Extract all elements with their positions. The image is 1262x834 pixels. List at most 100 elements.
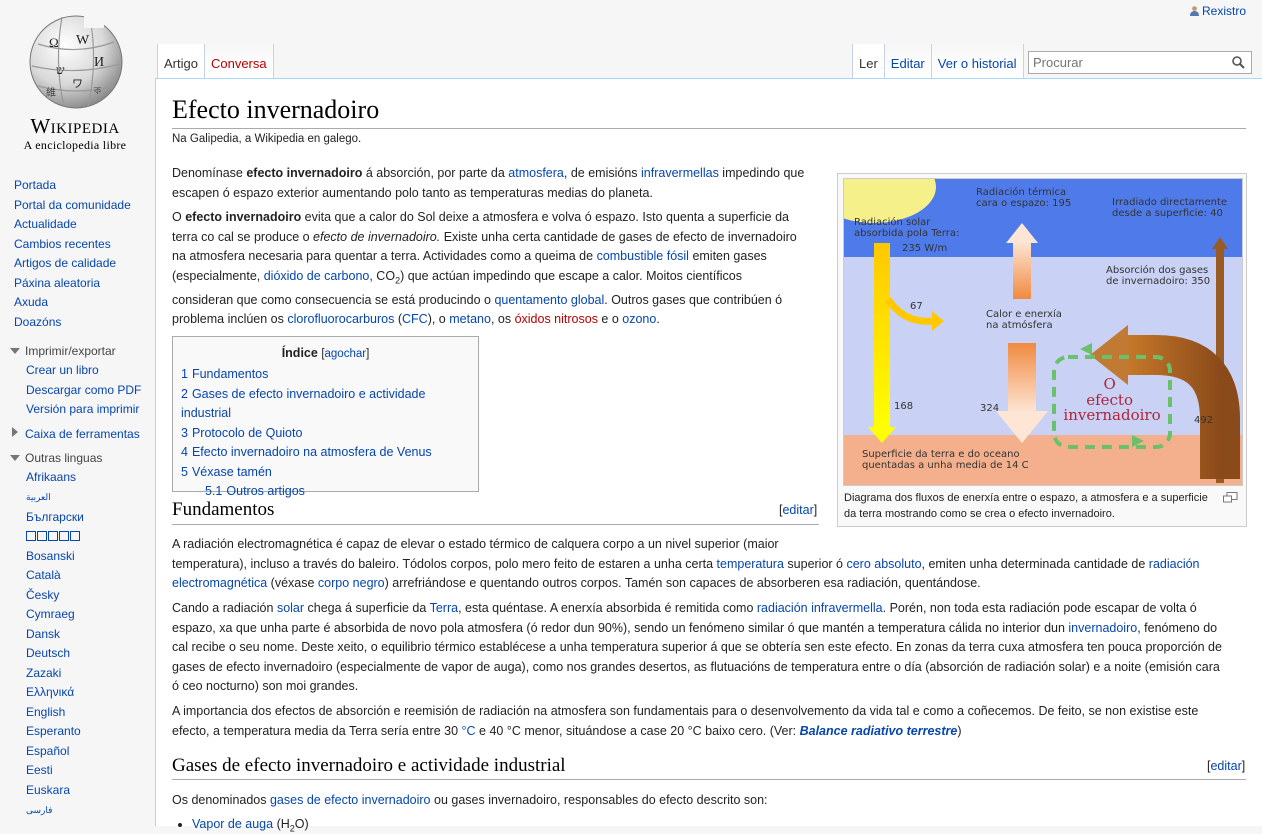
tab-talk[interactable]: Conversa bbox=[204, 44, 274, 78]
celsius-link[interactable]: °C bbox=[462, 724, 476, 738]
combustible-fosil-link[interactable]: combustible fósil bbox=[597, 249, 689, 263]
radiacion-infravermella-link[interactable]: radiación infravermella bbox=[757, 601, 883, 615]
lang-catala[interactable]: Català bbox=[26, 568, 61, 582]
atmosfera-link[interactable]: atmosfera bbox=[508, 166, 564, 180]
lang-afrikaans[interactable]: Afrikaans bbox=[26, 470, 76, 484]
sidebar-navigation: Portada Portal da comunidade Actualidade… bbox=[0, 176, 155, 332]
dioxido-carbono-link[interactable]: dióxido de carbono bbox=[264, 269, 370, 283]
lang-dansk[interactable]: Dansk bbox=[26, 627, 60, 641]
infravermellas-link[interactable]: infravermellas bbox=[641, 166, 719, 180]
invernadoiro-link[interactable]: invernadoiro bbox=[1068, 621, 1137, 635]
lang-unrendered[interactable] bbox=[26, 529, 81, 543]
ozono-link[interactable]: ozono bbox=[622, 312, 656, 326]
sidebar-item-quality-articles[interactable]: Artigos de calidade bbox=[14, 256, 116, 270]
download-pdf-link[interactable]: Descargar como PDF bbox=[26, 383, 141, 397]
toc-item[interactable]: 4 Efecto invernadoiro na atmosfera de Ven… bbox=[181, 445, 432, 459]
list-item: Vapor de auga (H2O) bbox=[192, 817, 309, 834]
personal-tools: Rexistro bbox=[1189, 4, 1246, 18]
fundamentos-paragraph-2: Cando a radiación solar chega á superfic… bbox=[172, 601, 1222, 693]
temperatura-link[interactable]: temperatura bbox=[717, 557, 784, 571]
lang-zazaki[interactable]: Zazaki bbox=[26, 666, 61, 680]
fundamentos-paragraph-1: A radiación electromagnética é capaz de … bbox=[172, 537, 1200, 590]
toc-item[interactable]: 2 Gases de efecto invernadoiro e activida… bbox=[181, 387, 425, 421]
title-divider bbox=[172, 128, 1246, 129]
section-heading-fundamentos: Fundamentos bbox=[172, 499, 275, 520]
register-link[interactable]: Rexistro bbox=[1202, 4, 1246, 18]
sidebar-item-donations[interactable]: Doazóns bbox=[14, 315, 61, 329]
svg-text:ক: ক bbox=[93, 86, 102, 97]
section-edit-fundamentos: [editar] bbox=[779, 503, 818, 517]
svg-text:Ω: Ω bbox=[49, 35, 59, 50]
terra-link[interactable]: Terra bbox=[430, 601, 458, 615]
solar-link[interactable]: solar bbox=[277, 601, 304, 615]
svg-text:維: 維 bbox=[46, 86, 56, 99]
tab-article[interactable]: Artigo bbox=[157, 44, 205, 78]
search-icon[interactable] bbox=[1232, 56, 1245, 69]
quentamento-global-link[interactable]: quentamento global bbox=[494, 293, 604, 307]
print-export-list: Crear un libro Descargar como PDF Versió… bbox=[0, 361, 155, 420]
chevron-down-icon bbox=[10, 348, 20, 354]
printable-version-link[interactable]: Versión para imprimir bbox=[26, 402, 139, 416]
vapor-auga-link[interactable]: Vapor de auga bbox=[192, 817, 273, 831]
toc-item[interactable]: 3 Protocolo de Quioto bbox=[181, 426, 302, 440]
lang-euskara[interactable]: Euskara bbox=[26, 783, 70, 797]
logo-tagline: A enciclopedia libre bbox=[23, 138, 127, 152]
table-of-contents: Índice [agochar] 1 Fundamentos 2 Gases de … bbox=[172, 336, 479, 498]
print-export-heading[interactable]: Imprimir/exportar bbox=[0, 341, 155, 361]
lang-eesti[interactable]: Eesti bbox=[26, 763, 53, 777]
section-edit-gases: [editar] bbox=[1207, 759, 1246, 773]
enlarge-icon[interactable] bbox=[1223, 492, 1238, 503]
edit-section-link[interactable]: editar bbox=[782, 503, 813, 517]
metano-link[interactable]: metano bbox=[449, 312, 491, 326]
lang-greek[interactable]: Ελληνικά bbox=[26, 685, 74, 699]
lang-english[interactable]: English bbox=[26, 705, 65, 719]
create-book-link[interactable]: Crear un libro bbox=[26, 363, 99, 377]
lang-deutsch[interactable]: Deutsch bbox=[26, 646, 70, 660]
cfc-link[interactable]: CFC bbox=[402, 312, 428, 326]
lang-arabic[interactable]: العربية bbox=[26, 492, 51, 502]
svg-text:ワ: ワ bbox=[72, 78, 83, 90]
gases-efecto-invernadoiro-link[interactable]: gases de efecto invernadoiro bbox=[270, 793, 431, 807]
toc-toggle[interactable]: agochar bbox=[325, 348, 367, 360]
toc-item[interactable]: 5 Véxase tamén bbox=[181, 465, 272, 479]
edit-section-link[interactable]: editar bbox=[1210, 759, 1241, 773]
sidebar-item-random-page[interactable]: Páxina aleatoria bbox=[14, 276, 100, 290]
site-tagline: Na Galipedia, a Wikipedia en galego. bbox=[172, 133, 362, 145]
balance-radiativo-link[interactable]: Balance radiativo terrestre bbox=[800, 724, 958, 738]
toc-item[interactable]: 1 Fundamentos bbox=[181, 367, 268, 381]
electromagnetica-link[interactable]: electromagnética bbox=[172, 576, 267, 590]
toc-item[interactable]: 5.1 Outros artigos bbox=[205, 484, 305, 498]
oxidos-nitrosos-link[interactable]: óxidos nitrosos bbox=[515, 312, 598, 326]
greenhouse-diagram-image[interactable]: Radiación térmica cara o espazo: 195 Irr… bbox=[843, 178, 1243, 486]
svg-text:ש: ש bbox=[56, 63, 65, 77]
search-input[interactable] bbox=[1029, 52, 1224, 73]
corpo-negro-link[interactable]: corpo negro bbox=[318, 576, 385, 590]
lang-cesky[interactable]: Česky bbox=[26, 588, 59, 602]
wikipedia-logo[interactable]: Ω W И ש ワ 維 ক Wikipedia A enciclopedia l… bbox=[0, 0, 155, 160]
languages-heading[interactable]: Outras linguas bbox=[0, 448, 155, 468]
lang-bosanski[interactable]: Bosanski bbox=[26, 549, 75, 563]
cero-absoluto-link[interactable]: cero absoluto bbox=[846, 557, 921, 571]
figure-caption: Diagrama dos fluxos de enerxía entre o e… bbox=[844, 492, 1208, 520]
toolbox-heading[interactable]: Caixa de ferramentas bbox=[0, 424, 155, 444]
tab-history[interactable]: Ver o historial bbox=[931, 44, 1024, 78]
tab-edit[interactable]: Editar bbox=[884, 44, 932, 78]
radiacion-link[interactable]: radiación bbox=[1149, 557, 1200, 571]
tab-read[interactable]: Ler bbox=[852, 44, 885, 78]
sidebar-item-current-events[interactable]: Actualidade bbox=[14, 217, 77, 231]
lang-bulgarian[interactable]: Български bbox=[26, 510, 84, 524]
clorofluorocarburos-link[interactable]: clorofluorocarburos bbox=[287, 312, 394, 326]
user-icon bbox=[1189, 6, 1199, 16]
lang-persian[interactable]: فارسی bbox=[26, 805, 52, 815]
section-heading-gases: Gases de efecto invernadoiro e actividad… bbox=[172, 755, 566, 776]
sidebar-item-help[interactable]: Axuda bbox=[14, 295, 48, 309]
figure-greenhouse-diagram: Radiación térmica cara o espazo: 195 Irr… bbox=[837, 173, 1247, 527]
lang-cymraeg[interactable]: Cymraeg bbox=[26, 607, 75, 621]
languages-label: Outras linguas bbox=[25, 450, 103, 465]
lang-espanol[interactable]: Español bbox=[26, 744, 69, 758]
sidebar: Portada Portal da comunidade Actualidade… bbox=[0, 176, 155, 821]
sidebar-item-portada[interactable]: Portada bbox=[14, 178, 56, 192]
sidebar-item-recent-changes[interactable]: Cambios recentes bbox=[14, 237, 111, 251]
sidebar-item-community-portal[interactable]: Portal da comunidade bbox=[14, 198, 131, 212]
lang-esperanto[interactable]: Esperanto bbox=[26, 724, 81, 738]
